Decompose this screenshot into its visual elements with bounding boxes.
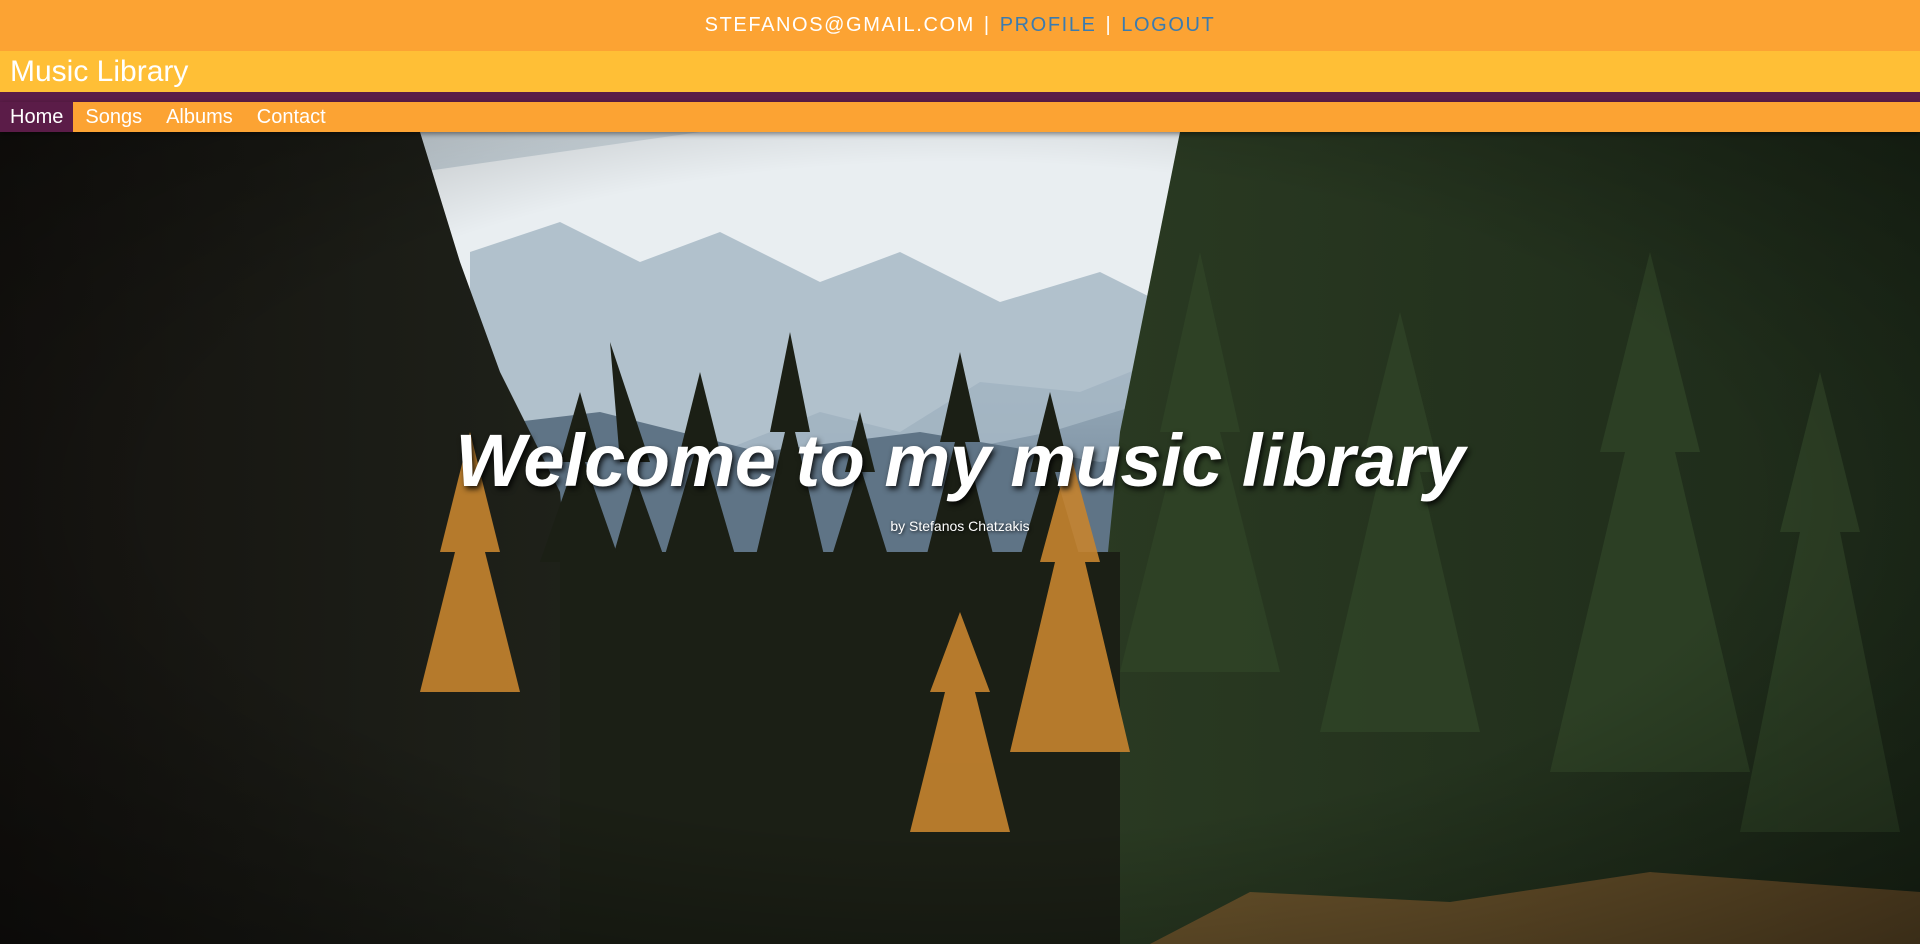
hero-title: Welcome to my music library (455, 419, 1465, 502)
separator: | (983, 14, 991, 36)
forest-mountain-background (0, 132, 1920, 944)
site-header: Music Library (0, 51, 1920, 92)
nav-item-home[interactable]: Home (0, 102, 74, 132)
nav-item-contact[interactable]: Contact (245, 102, 338, 132)
hero-text: Welcome to my music library by Stefanos … (0, 419, 1920, 535)
separator: | (1105, 14, 1113, 36)
site-title: Music Library (10, 54, 189, 88)
logout-link[interactable]: LOGOUT (1121, 14, 1215, 37)
main-nav: Home Songs Albums Contact (0, 102, 1920, 132)
header-divider (0, 92, 1920, 102)
profile-link[interactable]: PROFILE (1000, 14, 1097, 37)
user-bar: STEFANOS@GMAIL.COM | PROFILE | LOGOUT (0, 0, 1920, 51)
nav-item-albums[interactable]: Albums (154, 102, 245, 132)
user-email: STEFANOS@GMAIL.COM (704, 14, 975, 36)
nav-item-songs[interactable]: Songs (73, 102, 154, 132)
hero-subtitle: by Stefanos Chatzakis (890, 518, 1030, 534)
hero-section: Welcome to my music library by Stefanos … (0, 132, 1920, 944)
